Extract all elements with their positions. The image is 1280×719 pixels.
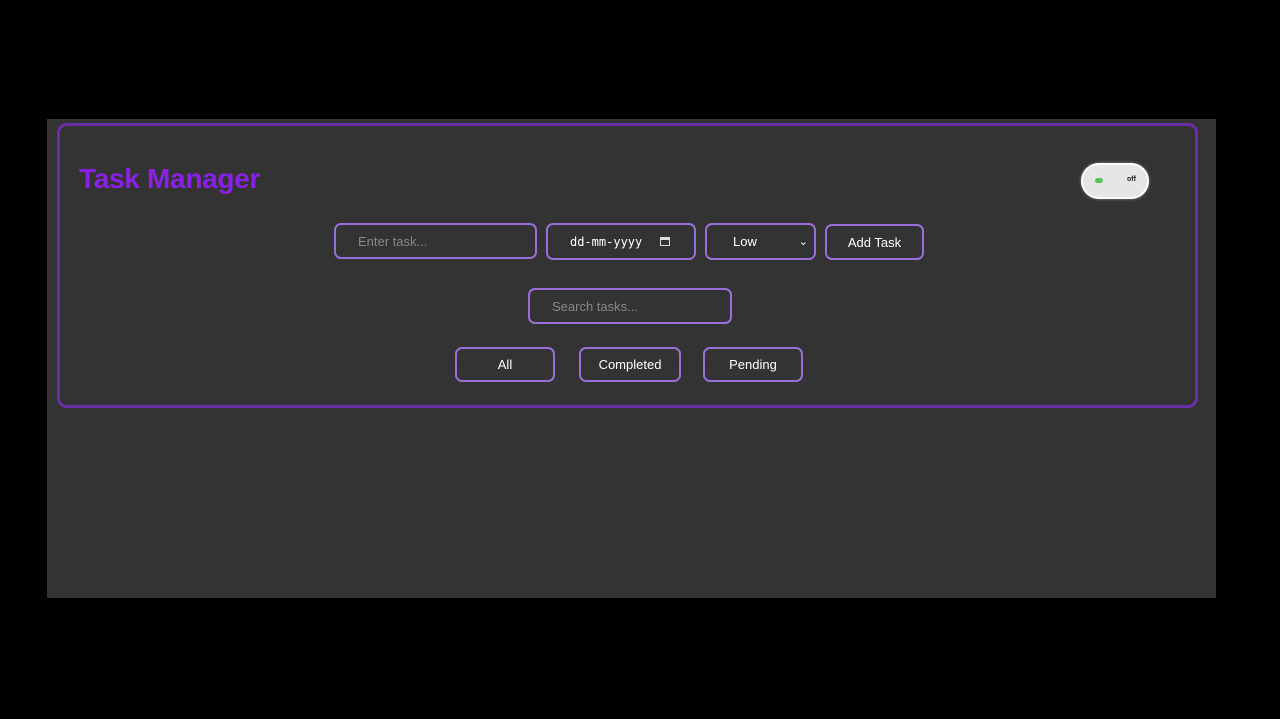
app-viewport: Task Manager off Enter task... dd-mm-yyy… xyxy=(47,119,1216,598)
toggle-on-indicator-icon xyxy=(1095,178,1103,183)
add-task-label: Add Task xyxy=(847,234,902,250)
task-input[interactable]: Enter task... xyxy=(334,223,537,259)
date-input-placeholder: dd-mm-yyyy xyxy=(570,234,643,249)
page-title: Task Manager xyxy=(79,163,261,194)
task-input-placeholder: Enter task... xyxy=(358,233,428,249)
filter-all-label: All xyxy=(497,357,513,372)
filter-completed-label: Completed xyxy=(598,357,662,372)
filter-pending-label: Pending xyxy=(729,357,777,372)
search-input-placeholder: Search tasks... xyxy=(552,298,638,314)
calendar-icon[interactable] xyxy=(660,237,670,246)
add-task-button[interactable]: Add Task xyxy=(825,224,924,260)
filter-completed-button[interactable]: Completed xyxy=(579,347,681,382)
search-input[interactable]: Search tasks... xyxy=(528,288,732,324)
due-date-input[interactable]: dd-mm-yyyy xyxy=(546,223,696,260)
priority-select[interactable]: Low ⌄ xyxy=(705,223,816,260)
toggle-off-label: off xyxy=(1127,176,1136,183)
priority-selected-value: Low xyxy=(733,234,757,249)
theme-toggle[interactable]: off xyxy=(1081,163,1149,199)
filter-all-button[interactable]: All xyxy=(455,347,555,382)
chevron-down-icon: ⌄ xyxy=(798,236,808,248)
task-manager-panel: Task Manager off Enter task... dd-mm-yyy… xyxy=(57,123,1198,408)
filter-pending-button[interactable]: Pending xyxy=(703,347,803,382)
